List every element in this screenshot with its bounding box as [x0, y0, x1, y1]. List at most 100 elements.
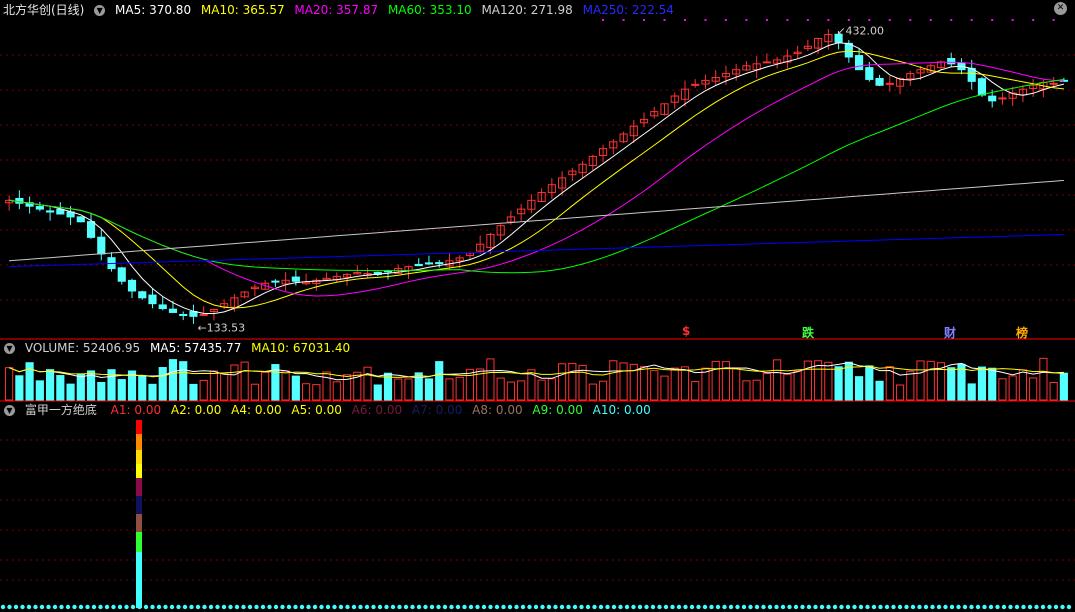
- volume-bar: [680, 366, 690, 401]
- volume-ma5-label: MA5: 57435.77: [150, 341, 242, 355]
- baseline-dot: [1014, 604, 1020, 610]
- baseline-dot: [39, 604, 45, 610]
- baseline-dot: [475, 604, 480, 610]
- signal-dot: [847, 19, 850, 21]
- chevron-down-icon[interactable]: ▼: [4, 405, 15, 416]
- baseline-dot: [260, 604, 266, 610]
- baseline-dot: [553, 604, 558, 610]
- volume-bar: [691, 381, 700, 401]
- volume-bar: [568, 363, 577, 401]
- volume-bar: [660, 375, 669, 401]
- signal-dot: [602, 19, 605, 21]
- volume-bar: [752, 379, 761, 401]
- price-header: 北方华创(日线) ▼ MA5: 370.80 MA10: 365.57 MA20…: [0, 2, 680, 18]
- baseline-dot: [878, 604, 883, 610]
- baseline-dot: [377, 604, 383, 610]
- volume-bar: [424, 378, 434, 401]
- candle-body: [56, 209, 65, 215]
- volume-bar: [199, 379, 208, 401]
- volume-bar: [435, 361, 444, 401]
- baseline-dot: [26, 604, 32, 610]
- baseline-dot: [780, 604, 786, 610]
- baseline-dot: [1047, 604, 1052, 610]
- volume-bar: [824, 361, 833, 401]
- close-icon[interactable]: ✕: [1054, 2, 1067, 15]
- volume-bar: [947, 367, 956, 401]
- volume-bar: [363, 366, 372, 401]
- volume-bar: [506, 381, 515, 401]
- volume-bar: [209, 370, 219, 401]
- baseline-dot: [988, 604, 994, 610]
- candle-body: [199, 313, 208, 316]
- baseline-dot: [338, 604, 344, 610]
- baseline-dot: [72, 604, 77, 610]
- candle-body: [117, 267, 126, 282]
- baseline-dot: [410, 604, 415, 610]
- signal-dot: [806, 19, 809, 21]
- ma10-label: MA10: 365.57: [200, 3, 285, 17]
- baseline-dot: [351, 604, 357, 610]
- volume-bar: [926, 360, 935, 401]
- baseline-dot: [754, 604, 760, 610]
- a5-label: A5: 0.00: [291, 403, 342, 417]
- baseline-dot: [696, 604, 701, 610]
- baseline-dot: [572, 604, 578, 610]
- price-chart[interactable]: ↙432.00 ←133.53: [0, 0, 1075, 340]
- baseline-dot: [897, 604, 903, 610]
- volume-bar: [158, 367, 167, 401]
- baseline-dot: [1060, 604, 1065, 610]
- tag-s[interactable]: $: [682, 324, 690, 338]
- volume-bar: [732, 367, 741, 401]
- baseline-dot: [975, 604, 981, 610]
- ma20-line: [9, 61, 1064, 297]
- chevron-down-icon[interactable]: ▼: [4, 343, 15, 354]
- tag-bang[interactable]: 榜: [1016, 324, 1028, 341]
- baseline-dot: [91, 604, 97, 610]
- tag-die[interactable]: 跌: [802, 324, 814, 341]
- baseline-dot: [371, 604, 376, 610]
- tag-cai[interactable]: 财: [944, 324, 956, 341]
- baseline-dot: [813, 604, 818, 610]
- indicator-chart[interactable]: [0, 402, 1075, 612]
- signal-column-segment: [136, 464, 142, 478]
- baseline-dot: [195, 604, 201, 610]
- volume-bar: [45, 369, 55, 401]
- baseline-dot: [832, 604, 838, 610]
- volume-bar: [1039, 357, 1048, 401]
- volume-bar: [250, 383, 259, 401]
- baseline-dot: [1027, 604, 1033, 610]
- baseline-dot: [494, 604, 500, 610]
- signal-dot: [622, 19, 625, 21]
- volume-bar: [189, 383, 198, 401]
- volume-bar: [1059, 372, 1068, 401]
- ma120-label: MA120: 271.98: [481, 3, 573, 17]
- volume-bar: [619, 362, 628, 401]
- signal-dot: [929, 19, 932, 21]
- baseline-dot: [111, 604, 116, 610]
- candle-body: [414, 263, 423, 267]
- chevron-down-icon[interactable]: ▼: [94, 5, 106, 16]
- baseline-dot: [611, 604, 617, 610]
- ma120-line: [9, 179, 1064, 262]
- baseline-dot: [793, 604, 799, 610]
- baseline-dot: [722, 604, 727, 610]
- volume-bar: [261, 371, 270, 401]
- baseline-dot: [962, 604, 968, 610]
- baseline-dot: [689, 604, 695, 610]
- baseline-dot: [20, 604, 25, 610]
- volume-bar: [1029, 377, 1038, 401]
- price-panel: ↙432.00 ←133.53 北方华创(日线) ▼ MA5: 370.80 MA…: [0, 0, 1075, 340]
- ma250-label: MA250: 222.54: [582, 3, 674, 17]
- baseline-dot: [1021, 604, 1026, 610]
- indicator-panel: ▼ 富甲一方绝底 A1: 0.00 A2: 0.00 A4: 0.00 A5: …: [0, 402, 1075, 612]
- signal-dot: [1011, 19, 1014, 21]
- a8-label: A8: 0.00: [472, 403, 523, 417]
- candle-body: [127, 279, 137, 292]
- volume-bar: [517, 380, 526, 401]
- baseline-dot: [1001, 604, 1007, 610]
- baseline-dot: [579, 604, 584, 610]
- baseline-dot: [104, 604, 110, 610]
- candle-body: [158, 304, 167, 310]
- signal-dot: [868, 19, 871, 21]
- baseline-dot: [59, 604, 64, 610]
